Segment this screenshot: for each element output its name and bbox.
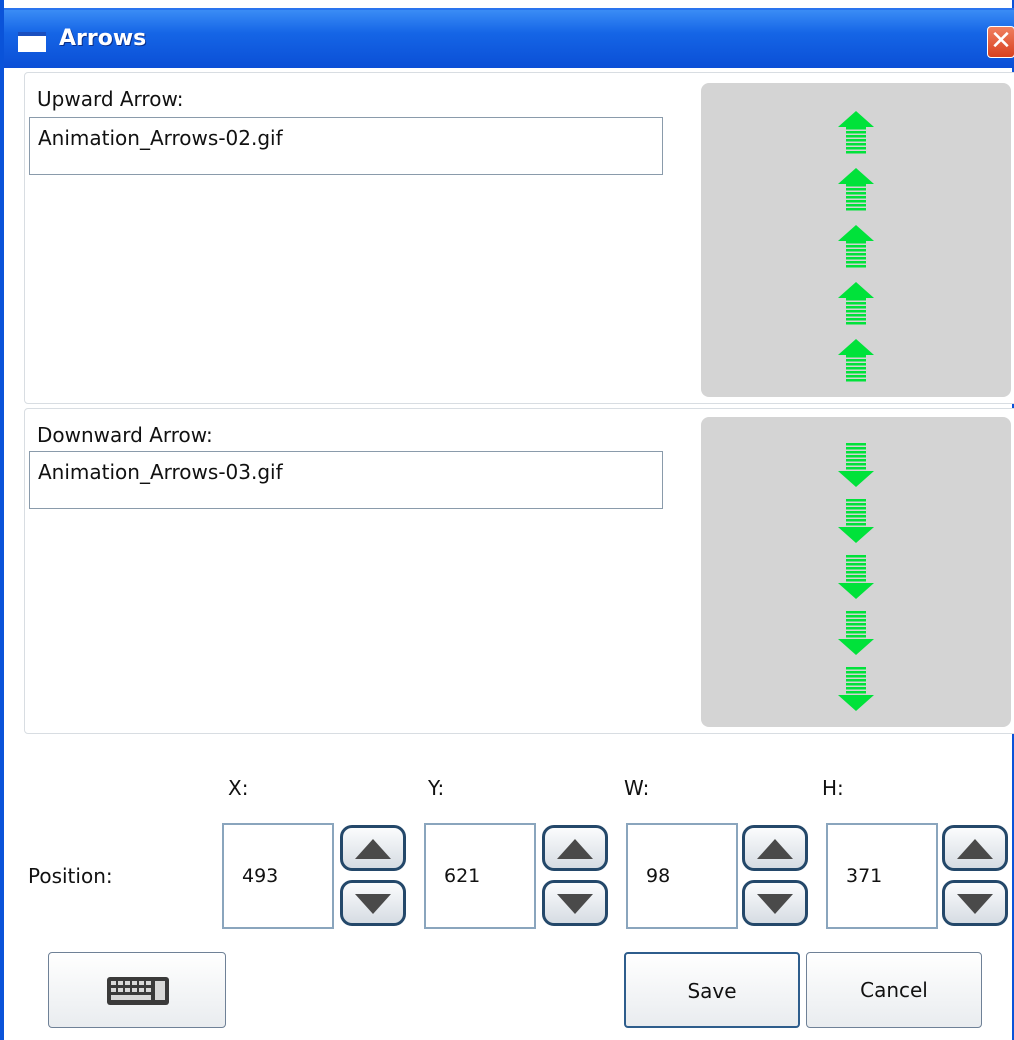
h-increment-button[interactable] [942, 825, 1008, 871]
upward-arrow-group: Upward Arrow: Animation_Arrows-02.gif [24, 72, 1014, 404]
save-button[interactable]: Save [624, 952, 800, 1028]
y-label: Y: [428, 776, 445, 800]
down-arrow-icon [838, 499, 874, 543]
x-increment-button[interactable] [340, 825, 406, 871]
upward-arrow-label: Upward Arrow: [37, 87, 184, 111]
h-label: H: [822, 776, 844, 800]
down-triangle-icon [355, 894, 391, 914]
upward-arrow-filename-field[interactable]: Animation_Arrows-02.gif [29, 117, 663, 175]
y-increment-button[interactable] [542, 825, 608, 871]
h-input[interactable]: 371 [826, 823, 938, 929]
x-label: X: [228, 776, 249, 800]
downward-arrow-preview [701, 417, 1011, 727]
cancel-button[interactable]: Cancel [806, 952, 982, 1028]
up-triangle-icon [557, 839, 593, 859]
w-increment-button[interactable] [742, 825, 808, 871]
down-triangle-icon [757, 894, 793, 914]
keyboard-button[interactable] [48, 952, 226, 1028]
down-arrow-icon [838, 555, 874, 599]
green-down-arrows-icon [838, 443, 874, 711]
keyboard-icon [107, 977, 169, 1005]
down-triangle-icon [957, 894, 993, 914]
up-arrow-icon [838, 339, 874, 382]
green-up-arrows-icon [838, 111, 874, 382]
up-triangle-icon [757, 839, 793, 859]
upward-arrow-preview [701, 83, 1011, 397]
downward-arrow-group: Downward Arrow: Animation_Arrows-03.gif [24, 408, 1014, 734]
downward-arrow-label: Downward Arrow: [37, 423, 213, 447]
downward-arrow-filename-field[interactable]: Animation_Arrows-03.gif [29, 451, 663, 509]
down-arrow-icon [838, 667, 874, 711]
window-title: Arrows [59, 26, 147, 51]
w-input[interactable]: 98 [626, 823, 738, 929]
up-arrow-icon [838, 168, 874, 211]
w-decrement-button[interactable] [742, 880, 808, 926]
w-label: W: [624, 776, 650, 800]
window-icon [18, 32, 46, 52]
up-arrow-icon [838, 225, 874, 268]
up-triangle-icon [355, 839, 391, 859]
y-decrement-button[interactable] [542, 880, 608, 926]
up-arrow-icon [838, 111, 874, 154]
down-arrow-icon [838, 443, 874, 487]
close-button[interactable]: ✕ [987, 26, 1014, 58]
down-arrow-icon [838, 611, 874, 655]
x-decrement-button[interactable] [340, 880, 406, 926]
x-input[interactable]: 493 [222, 823, 334, 929]
up-arrow-icon [838, 282, 874, 325]
position-label: Position: [28, 864, 113, 888]
title-bar[interactable]: Arrows ✕ [4, 8, 1014, 68]
down-triangle-icon [557, 894, 593, 914]
y-input[interactable]: 621 [424, 823, 536, 929]
arrows-dialog: Arrows ✕ Upward Arrow: Animation_Arrows-… [0, 0, 1014, 1040]
up-triangle-icon [957, 839, 993, 859]
h-decrement-button[interactable] [942, 880, 1008, 926]
